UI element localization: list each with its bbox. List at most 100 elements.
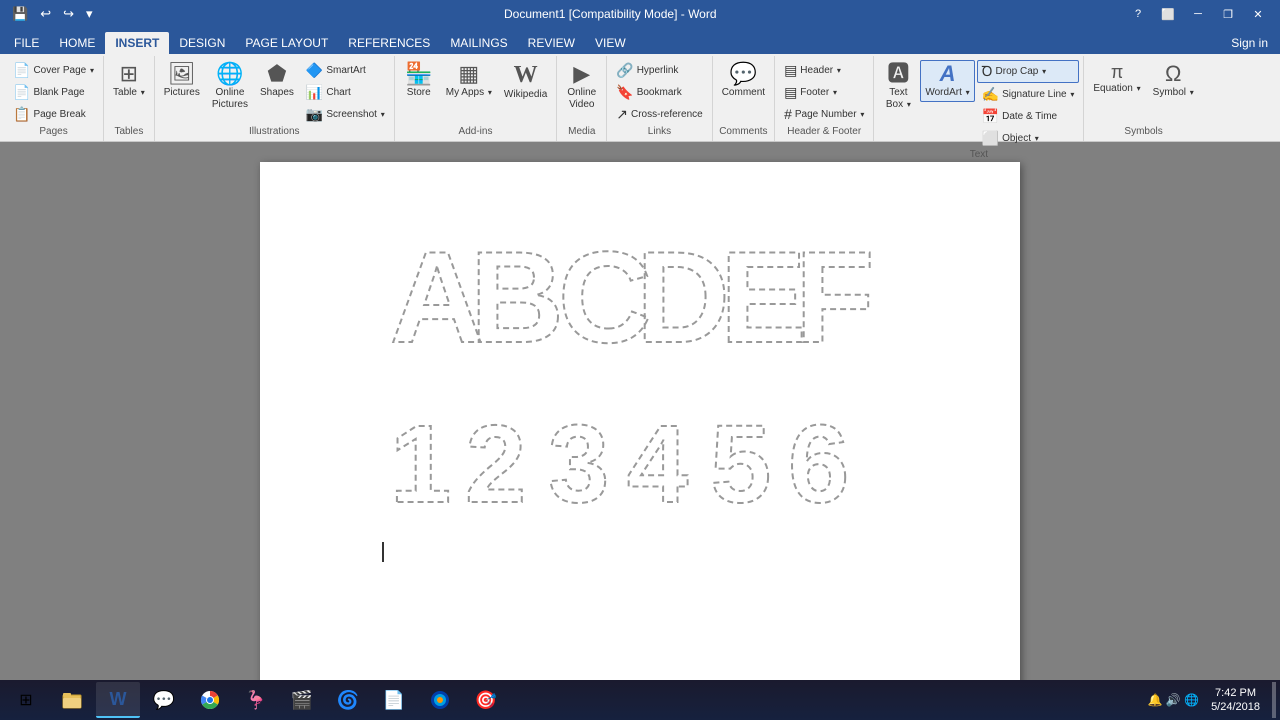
tab-view[interactable]: VIEW [585, 32, 636, 54]
taskbar-app3[interactable]: 🦩 [234, 682, 278, 718]
tables-group-label: Tables [114, 126, 143, 139]
show-desktop-button[interactable] [1272, 682, 1276, 718]
header-footer-group-label: Header & Footer [787, 126, 861, 139]
taskbar-target[interactable]: 🎯 [464, 682, 508, 718]
wordart-button[interactable]: A WordArt ▾ [920, 60, 974, 102]
wikipedia-icon: W [514, 63, 538, 87]
svg-text:6: 6 [788, 403, 849, 522]
ribbon-tab-bar: FILE HOME INSERT DESIGN PAGE LAYOUT REFE… [0, 28, 1280, 54]
tab-file[interactable]: FILE [4, 32, 49, 54]
blank-page-icon: 📄 [13, 84, 30, 101]
symbol-icon: Ω [1165, 63, 1181, 85]
online-video-button[interactable]: ▶ OnlineVideo [562, 60, 602, 114]
tab-insert[interactable]: INSERT [105, 32, 169, 54]
firefox-icon [429, 689, 451, 711]
window-controls: ? ⬜ ─ ❐ ✕ [1124, 4, 1272, 24]
header-button[interactable]: ▤ Header ▾ [779, 60, 869, 81]
addins-group-label: Add-ins [459, 126, 493, 139]
illustrations-group-label: Illustrations [249, 126, 300, 139]
smartart-button[interactable]: 🔷 SmartArt [301, 60, 390, 81]
cover-page-icon: 📄 [13, 62, 30, 79]
taskbar-system-tray: 🔔 🔊 🌐 7:42 PM 5/24/2018 [1148, 682, 1276, 718]
start-button[interactable]: ⊞ [4, 682, 48, 718]
chart-button[interactable]: 📊 Chart [301, 82, 390, 103]
online-pictures-button[interactable]: 🌐 OnlinePictures [207, 60, 253, 114]
tab-design[interactable]: DESIGN [169, 32, 235, 54]
close-button[interactable]: ✕ [1244, 4, 1272, 24]
header-icon: ▤ [784, 62, 797, 79]
online-video-icon: ▶ [573, 63, 590, 85]
page-number-button[interactable]: # Page Number ▾ [779, 104, 869, 124]
minimize-button[interactable]: ─ [1184, 4, 1212, 24]
quick-access-toolbar: 💾 ↩ ↪ ▾ [8, 4, 97, 24]
symbol-button[interactable]: Ω Symbol ▾ [1148, 60, 1199, 102]
media-group-label: Media [568, 126, 595, 139]
chart-icon: 📊 [306, 84, 323, 101]
ribbon-display-button[interactable]: ⬜ [1154, 4, 1182, 24]
redo-button[interactable]: ↪ [59, 4, 78, 24]
cross-reference-button[interactable]: ↗ Cross-reference [611, 104, 707, 125]
footer-button[interactable]: ▤ Footer ▾ [779, 82, 869, 103]
taskbar-firefox[interactable] [418, 682, 462, 718]
screenshot-button[interactable]: 📷 Screenshot ▾ [301, 104, 390, 125]
taskbar-browser[interactable]: 🌀 [326, 682, 370, 718]
system-clock[interactable]: 7:42 PM 5/24/2018 [1203, 686, 1268, 715]
ribbon-group-text: 🅰 TextBox ▾ A WordArt ▾ Ꝺ Drop Cap ▾ ✍ S… [874, 56, 1084, 141]
text-group-label: Text [970, 149, 988, 162]
date-time-button[interactable]: 📅 Date & Time [977, 106, 1080, 127]
svg-text:3: 3 [548, 403, 609, 522]
drop-cap-button[interactable]: Ꝺ Drop Cap ▾ [977, 60, 1080, 83]
signature-line-button[interactable]: ✍ Signature Line ▾ [977, 84, 1080, 105]
letters-row-1: .dl { fill: none; stroke: #888; stroke-w… [380, 202, 960, 362]
file-explorer-icon [61, 689, 83, 711]
cover-page-button[interactable]: 📄 Cover Page ▾ [8, 60, 99, 81]
title-bar: 💾 ↩ ↪ ▾ Document1 [Compatibility Mode] -… [0, 0, 1280, 28]
taskbar-video[interactable]: 🎬 [280, 682, 324, 718]
tab-page-layout[interactable]: PAGE LAYOUT [235, 32, 338, 54]
pictures-button[interactable]: 🖼 Pictures [159, 60, 205, 102]
ribbon-group-symbols: π Equation ▾ Ω Symbol ▾ Symbols [1084, 56, 1202, 141]
table-button[interactable]: ⊞ Table ▾ [108, 60, 150, 102]
customize-qa-button[interactable]: ▾ [82, 4, 97, 24]
svg-text:F: F [795, 224, 874, 362]
save-button[interactable]: 💾 [8, 4, 32, 24]
tab-mailings[interactable]: MAILINGS [440, 32, 517, 54]
help-button[interactable]: ? [1124, 4, 1152, 24]
ribbon-group-links: 🔗 Hyperlink 🔖 Bookmark ↗ Cross-reference… [607, 56, 712, 141]
shapes-icon: ⬟ [267, 63, 286, 85]
signature-line-icon: ✍ [982, 86, 999, 103]
bookmark-button[interactable]: 🔖 Bookmark [611, 82, 707, 103]
ribbon-group-media: ▶ OnlineVideo Media [557, 56, 607, 141]
taskbar-file-explorer[interactable] [50, 682, 94, 718]
my-apps-button[interactable]: ▦ My Apps ▾ [441, 60, 497, 102]
blank-page-button[interactable]: 📄 Blank Page [8, 82, 99, 103]
undo-button[interactable]: ↩ [36, 4, 55, 24]
store-icon: 🏪 [405, 63, 432, 85]
svg-text:D: D [636, 224, 730, 362]
equation-button[interactable]: π Equation ▾ [1088, 60, 1145, 98]
tab-review[interactable]: REVIEW [518, 32, 585, 54]
pages-group-label: Pages [39, 126, 67, 139]
store-button[interactable]: 🏪 Store [399, 60, 439, 102]
page-break-button[interactable]: 📋 Page Break [8, 104, 99, 125]
cross-reference-icon: ↗ [616, 106, 628, 123]
taskbar-word[interactable]: W [96, 682, 140, 718]
ribbon: 📄 Cover Page ▾ 📄 Blank Page 📋 Page Break… [0, 54, 1280, 142]
taskbar-chrome[interactable] [188, 682, 232, 718]
wikipedia-button[interactable]: W Wikipedia [499, 60, 552, 104]
sign-in-button[interactable]: Sign in [1223, 32, 1276, 54]
shapes-button[interactable]: ⬟ Shapes [255, 60, 299, 102]
ribbon-group-illustrations: 🖼 Pictures 🌐 OnlinePictures ⬟ Shapes 🔷 S… [155, 56, 395, 141]
wordart-icon: A [940, 63, 956, 85]
text-box-button[interactable]: 🅰 TextBox ▾ [878, 60, 918, 114]
taskbar-chat[interactable]: 💬 [142, 682, 186, 718]
comment-button[interactable]: 💬 Comment [717, 60, 770, 102]
object-button[interactable]: ⬜ Object ▾ [977, 128, 1080, 149]
tab-references[interactable]: REFERENCES [338, 32, 440, 54]
document-page[interactable]: .dl { fill: none; stroke: #888; stroke-w… [260, 162, 1020, 698]
table-icon: ⊞ [120, 63, 138, 85]
tab-home[interactable]: HOME [49, 32, 105, 54]
restore-button[interactable]: ❐ [1214, 4, 1242, 24]
taskbar-pdf[interactable]: 📄 [372, 682, 416, 718]
hyperlink-button[interactable]: 🔗 Hyperlink [611, 60, 707, 81]
